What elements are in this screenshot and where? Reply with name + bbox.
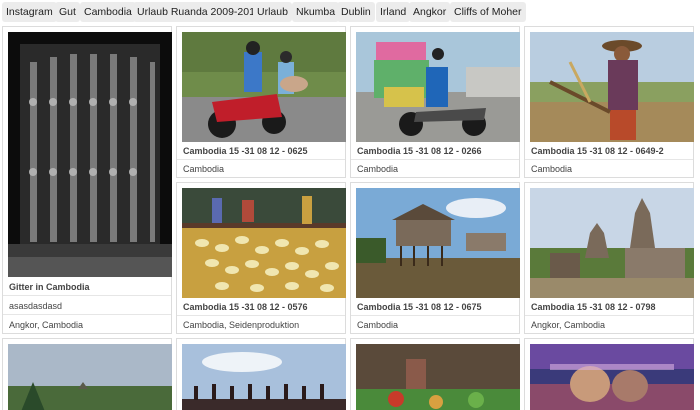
photo-thumbnail[interactable] <box>356 188 520 298</box>
divider <box>525 159 693 160</box>
divider <box>3 314 171 315</box>
photo-thumbnail[interactable] <box>356 32 520 142</box>
photo-thumbnail[interactable] <box>8 344 172 410</box>
tag-urlaub-ruanda[interactable]: Urlaub Ruanda 2009-2010 <box>133 2 265 22</box>
photo-title[interactable]: Cambodia 15 -31 08 12 - 0625 <box>183 146 308 156</box>
photo-title[interactable]: Gitter in Cambodia <box>9 282 90 292</box>
photo-thumbnail[interactable] <box>530 188 694 298</box>
photo-card[interactable]: Cambodia 15 -31 08 12 - 0625 Cambodia <box>176 26 346 178</box>
divider <box>525 315 693 316</box>
photo-title[interactable]: Cambodia 15 -31 08 12 - 0649-2 <box>531 146 664 156</box>
divider <box>177 159 345 160</box>
photo-thumbnail[interactable] <box>530 32 694 142</box>
tag-filter-bar: Instagram Gut Cambodia Urlaub Ruanda 200… <box>0 0 700 24</box>
photo-tags: Cambodia <box>357 320 399 330</box>
photo-title[interactable]: Cambodia 15 -31 08 12 - 0798 <box>531 302 656 312</box>
divider <box>3 295 171 296</box>
photo-description: asasdasdasd <box>9 301 63 311</box>
tag-cambodia[interactable]: Cambodia <box>80 2 136 22</box>
photo-card[interactable] <box>350 338 520 410</box>
tag-irland[interactable]: Irland <box>376 2 411 22</box>
divider <box>351 315 519 316</box>
tag-angkor[interactable]: Angkor <box>409 2 451 22</box>
photo-card[interactable] <box>2 338 172 410</box>
photo-card[interactable] <box>524 338 694 410</box>
photo-card[interactable]: Cambodia 15 -31 08 12 - 0576 Cambodia, S… <box>176 182 346 334</box>
tag-nkumba[interactable]: Nkumba <box>292 2 340 22</box>
tag-gut[interactable]: Gut <box>55 2 80 22</box>
tag-dublin[interactable]: Dublin <box>337 2 375 22</box>
photo-thumbnail[interactable] <box>8 32 172 277</box>
photo-thumbnail[interactable] <box>356 344 520 410</box>
photo-thumbnail[interactable] <box>182 188 346 298</box>
photo-title[interactable]: Cambodia 15 -31 08 12 - 0675 <box>357 302 482 312</box>
photo-tags: Cambodia, Seidenproduktion <box>183 320 300 330</box>
photo-tags: Angkor, Cambodia <box>9 320 84 330</box>
photo-card[interactable]: Cambodia 15 -31 08 12 - 0649-2 Cambodia <box>524 26 694 178</box>
tag-urlaub[interactable]: Urlaub <box>253 2 292 22</box>
tag-cliffs-of-moher[interactable]: Cliffs of Moher <box>450 2 526 22</box>
tag-instagram[interactable]: Instagram <box>2 2 57 22</box>
photo-card[interactable]: Cambodia 15 -31 08 12 - 0266 Cambodia <box>350 26 520 178</box>
photo-thumbnail[interactable] <box>182 32 346 142</box>
photo-thumbnail[interactable] <box>182 344 346 410</box>
photo-tags: Angkor, Cambodia <box>531 320 606 330</box>
divider <box>177 315 345 316</box>
photo-card[interactable] <box>176 338 346 410</box>
photo-card[interactable]: Cambodia 15 -31 08 12 - 0675 Cambodia <box>350 182 520 334</box>
photo-title[interactable]: Cambodia 15 -31 08 12 - 0576 <box>183 302 308 312</box>
photo-thumbnail[interactable] <box>530 344 694 410</box>
photo-tags: Cambodia <box>357 164 399 174</box>
photo-tags: Cambodia <box>531 164 573 174</box>
photo-tags: Cambodia <box>183 164 225 174</box>
photo-card[interactable]: Gitter in Cambodia asasdasdasd Angkor, C… <box>2 26 172 334</box>
photo-title[interactable]: Cambodia 15 -31 08 12 - 0266 <box>357 146 482 156</box>
photo-card[interactable]: Cambodia 15 -31 08 12 - 0798 Angkor, Cam… <box>524 182 694 334</box>
divider <box>351 159 519 160</box>
